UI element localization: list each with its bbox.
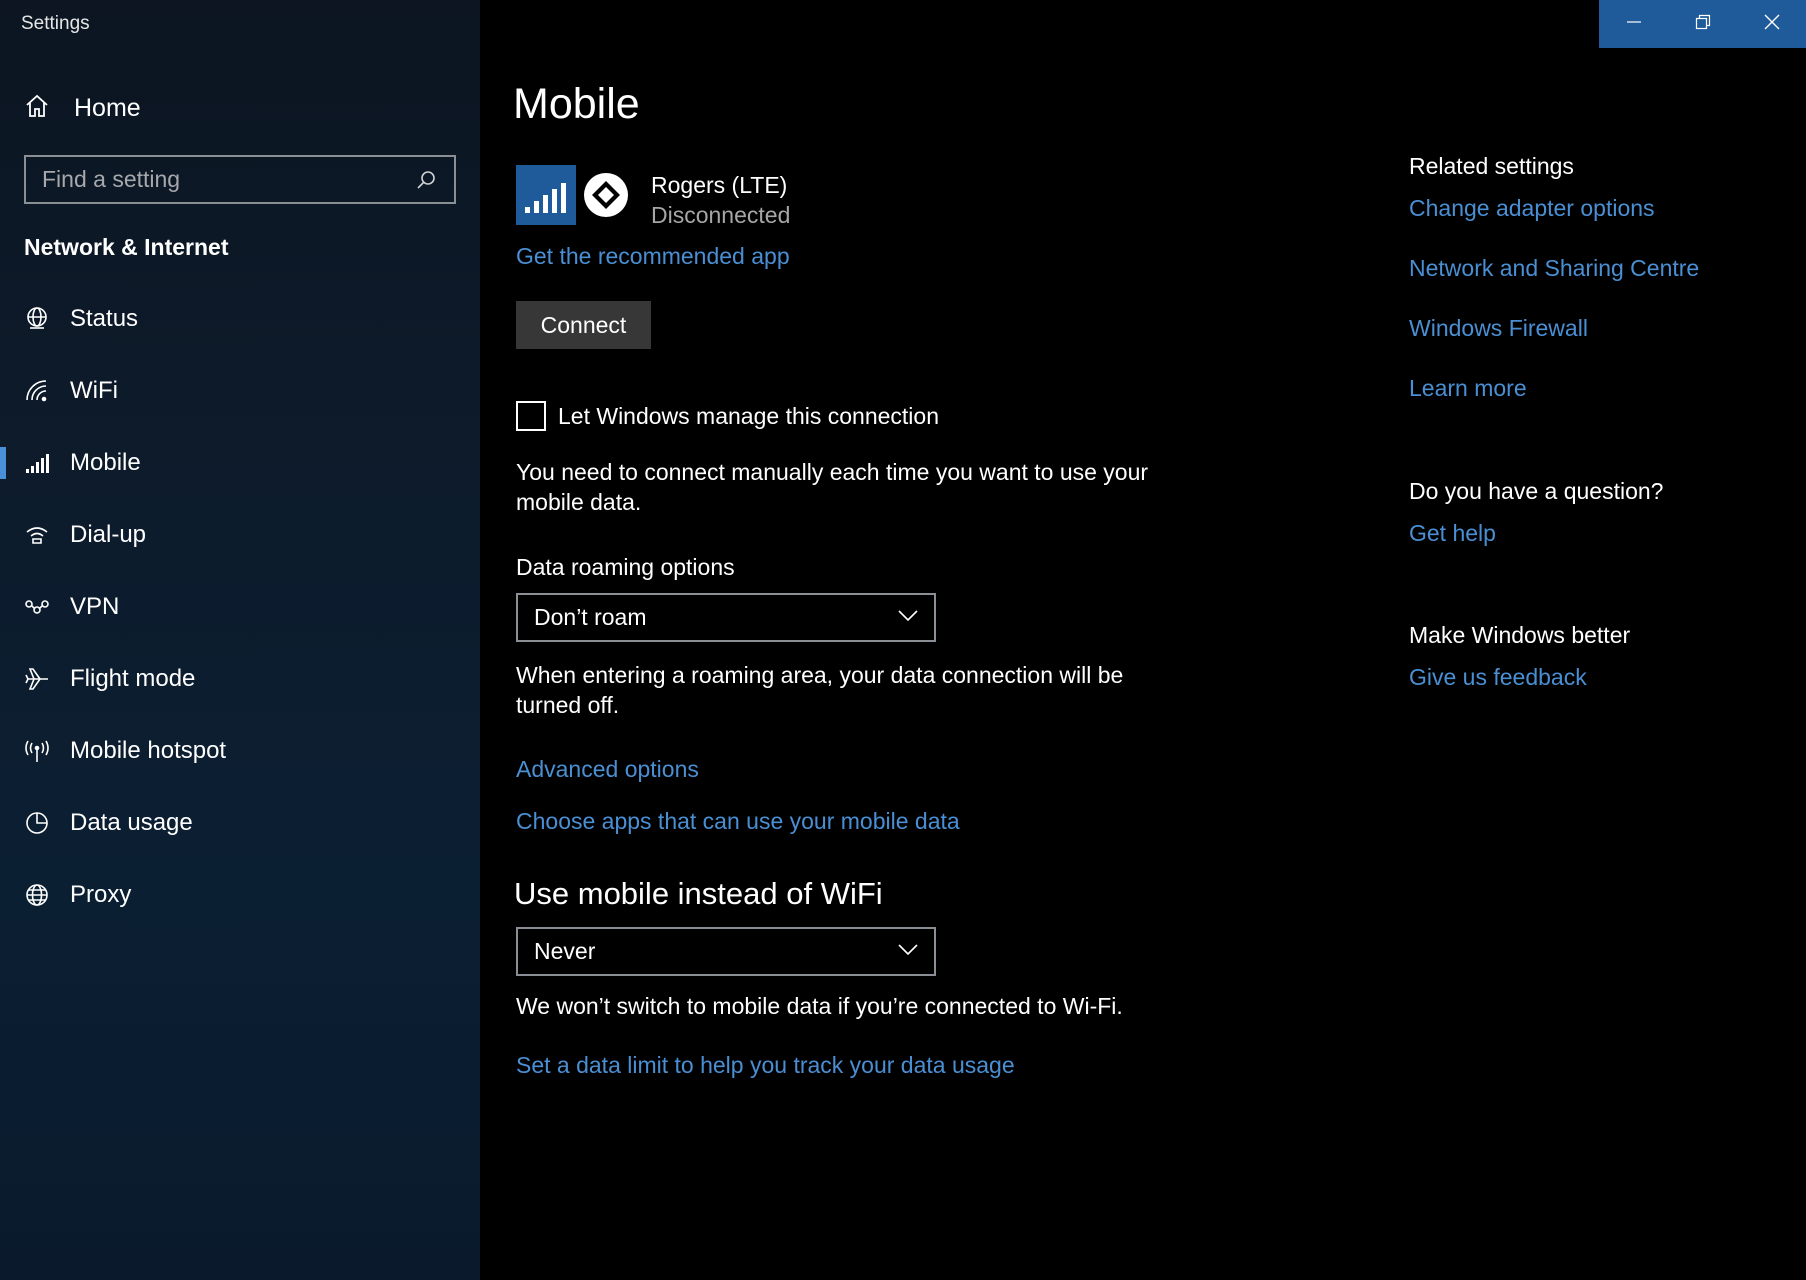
- roaming-dropdown[interactable]: Don’t roam: [516, 593, 936, 642]
- section-title: Network & Internet: [24, 234, 229, 260]
- home-icon: [24, 93, 50, 124]
- sidebar-item-wifi[interactable]: WiFi: [0, 355, 480, 427]
- sidebar-item-vpn[interactable]: VPN: [0, 571, 480, 643]
- wifi-selected-value: Never: [534, 938, 596, 964]
- search-icon[interactable]: [408, 162, 444, 198]
- question-heading: Do you have a question?: [1409, 478, 1664, 504]
- learn-more-link[interactable]: Learn more: [1409, 375, 1527, 402]
- sidebar-item-mobile[interactable]: Mobile: [0, 427, 480, 499]
- app-title: Settings: [21, 13, 90, 34]
- sidebar-item-label: VPN: [70, 593, 120, 620]
- dial-up-icon: [22, 520, 52, 550]
- page-title: Mobile: [513, 80, 640, 128]
- manage-connection-label: Let Windows manage this connection: [558, 402, 939, 429]
- home-nav-item[interactable]: Home: [24, 92, 141, 124]
- sidebar: Settings Home Network & Internet Status: [0, 0, 480, 1280]
- vpn-icon: [22, 592, 52, 622]
- manage-connection-row[interactable]: Let Windows manage this connection: [516, 401, 939, 431]
- manage-connection-checkbox[interactable]: [516, 401, 546, 431]
- cellular-signal-icon: [22, 448, 52, 478]
- main-content: Mobile Rogers (LTE) Disconnected Get the…: [480, 0, 1806, 1280]
- sidebar-item-label: Mobile hotspot: [70, 737, 227, 764]
- roaming-description: When entering a roaming area, your data …: [516, 662, 1124, 718]
- airplane-icon: [22, 664, 52, 694]
- sidebar-item-proxy[interactable]: Proxy: [0, 859, 480, 931]
- search-input[interactable]: [26, 157, 408, 202]
- mobile-instead-of-wifi-dropdown[interactable]: Never: [516, 927, 936, 976]
- sidebar-item-flight-mode[interactable]: Flight mode: [0, 643, 480, 715]
- connection-name: Rogers (LTE): [651, 172, 788, 198]
- manage-description: You need to connect manually each time y…: [516, 459, 1149, 515]
- make-windows-better-heading: Make Windows better: [1409, 622, 1631, 648]
- sidebar-item-label: Flight mode: [70, 665, 196, 692]
- give-feedback-link[interactable]: Give us feedback: [1409, 664, 1587, 691]
- sidebar-item-data-usage[interactable]: Data usage: [0, 787, 480, 859]
- connection-info: Rogers (LTE) Disconnected: [651, 170, 790, 230]
- sidebar-item-label: Data usage: [70, 809, 193, 836]
- connect-button[interactable]: Connect: [516, 301, 651, 349]
- connection-status: Disconnected: [651, 202, 791, 228]
- advanced-options-link[interactable]: Advanced options: [516, 756, 699, 783]
- choose-apps-link[interactable]: Choose apps that can use your mobile dat…: [516, 808, 960, 835]
- sidebar-item-label: Status: [70, 305, 139, 332]
- wifi-description: We won’t switch to mobile data if you’re…: [516, 993, 1123, 1019]
- network-sharing-centre-link[interactable]: Network and Sharing Centre: [1409, 255, 1699, 282]
- carrier-logo-icon: [583, 172, 629, 218]
- sidebar-item-label: WiFi: [70, 377, 118, 404]
- sidebar-item-label: Dial-up: [70, 521, 147, 548]
- chevron-down-icon: [898, 943, 918, 961]
- roaming-selected-value: Don’t roam: [534, 604, 647, 630]
- search-box[interactable]: [24, 155, 456, 204]
- hotspot-icon: [22, 736, 52, 766]
- home-label: Home: [74, 93, 141, 122]
- pie-chart-icon: [22, 808, 52, 838]
- sidebar-item-label: Mobile: [70, 449, 141, 476]
- sidebar-item-label: Proxy: [70, 881, 132, 908]
- chevron-down-icon: [898, 609, 918, 627]
- recommended-app-link[interactable]: Get the recommended app: [516, 243, 790, 270]
- change-adapter-options-link[interactable]: Change adapter options: [1409, 195, 1655, 222]
- wifi-section-title: Use mobile instead of WiFi: [514, 876, 883, 911]
- related-settings-heading: Related settings: [1409, 153, 1574, 179]
- sidebar-nav: Status WiFi Mobile Dial-up VPN Flight mo…: [0, 283, 480, 931]
- sidebar-item-dial-up[interactable]: Dial-up: [0, 499, 480, 571]
- data-limit-link[interactable]: Set a data limit to help you track your …: [516, 1052, 1015, 1079]
- roaming-label: Data roaming options: [516, 554, 735, 580]
- globe-icon: [22, 880, 52, 910]
- globe-status-icon: [22, 304, 52, 334]
- connection-row: Rogers (LTE) Disconnected: [516, 165, 790, 230]
- windows-firewall-link[interactable]: Windows Firewall: [1409, 315, 1588, 342]
- sidebar-item-mobile-hotspot[interactable]: Mobile hotspot: [0, 715, 480, 787]
- cellular-signal-tile-icon: [516, 165, 576, 225]
- wifi-icon: [22, 376, 52, 406]
- sidebar-item-status[interactable]: Status: [0, 283, 480, 355]
- get-help-link[interactable]: Get help: [1409, 520, 1496, 547]
